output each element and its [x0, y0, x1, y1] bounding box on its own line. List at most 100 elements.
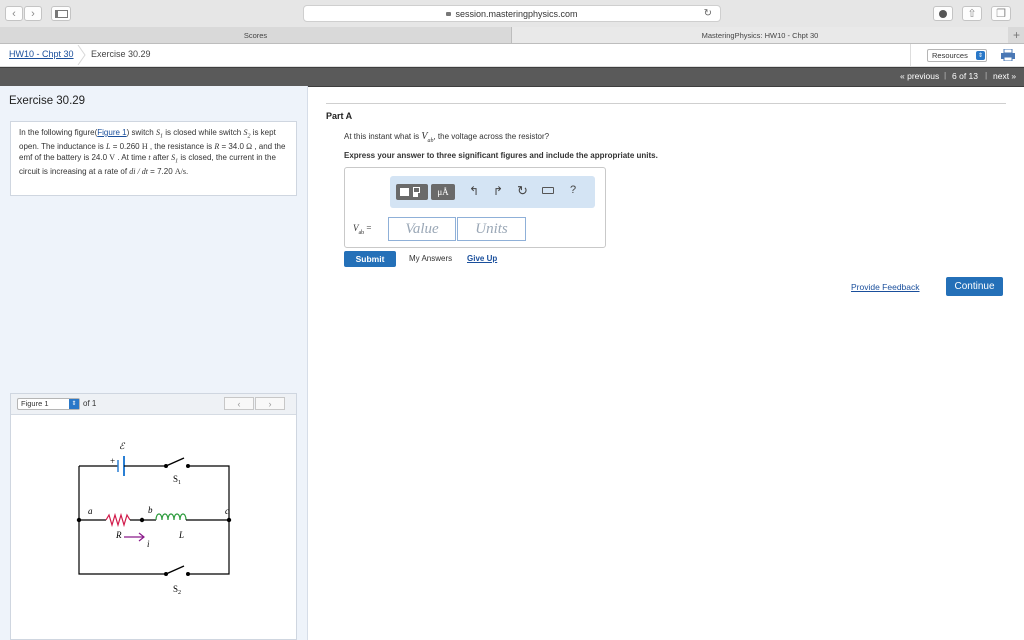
- node-c: [226, 517, 232, 523]
- tab-label: Scores: [243, 30, 268, 40]
- resources-dropdown[interactable]: Resources ⇕: [927, 49, 987, 62]
- problem-statement: In the following figure(Figure 1) switch…: [10, 121, 297, 196]
- c-label: c: [225, 506, 229, 516]
- switch-s2-pivot: [164, 572, 168, 576]
- a-label: a: [88, 506, 93, 516]
- problem-text: ) switch: [126, 128, 156, 137]
- inductor: [155, 513, 187, 521]
- plus-icon: +: [1012, 28, 1020, 42]
- tab-bar: Scores MasteringPhysics: HW10 - Chpt 30 …: [0, 27, 1024, 44]
- figure-select[interactable]: Figure 1 ⇕: [17, 398, 80, 410]
- address-bar[interactable]: session.masteringphysics.com ↻: [303, 5, 721, 22]
- switch-s2-blade: [165, 565, 185, 575]
- unit: A/s: [174, 166, 186, 176]
- mu-icon: μÅ: [437, 187, 449, 197]
- undo-icon[interactable]: ↰: [469, 184, 479, 198]
- figure-panel: Figure 1 ⇕ of 1 ‹ › ℰ + S1 S2 a b c R L …: [10, 393, 297, 640]
- switch-s2-contact: [186, 572, 190, 576]
- breadcrumb: HW10 - Chpt 30 Exercise 30.29 Resources …: [0, 44, 1024, 67]
- answer-box: μÅ ↰ ↱ ↻ ? Vab = Value Units: [344, 167, 606, 248]
- template-icon: [400, 188, 409, 196]
- help-button[interactable]: ?: [570, 184, 576, 196]
- sidebar-toggle-button[interactable]: [51, 6, 71, 21]
- divider: [326, 103, 1006, 104]
- browser-toolbar: ‹ › session.masteringphysics.com ↻ ⇧ ❐: [0, 0, 1024, 28]
- resistor: [105, 512, 131, 528]
- tab-masteringphysics[interactable]: MasteringPhysics: HW10 - Chpt 30: [512, 27, 1008, 43]
- b-label: b: [148, 505, 153, 515]
- resources-label: Resources: [932, 51, 968, 60]
- emf-label: ℰ: [119, 441, 126, 451]
- position-indicator: 6 of 13: [952, 71, 978, 81]
- units-input[interactable]: Units: [457, 217, 526, 241]
- back-button[interactable]: ‹: [5, 6, 23, 21]
- print-icon[interactable]: [1001, 48, 1015, 63]
- L-label: L: [178, 530, 184, 540]
- share-button[interactable]: ⇧: [962, 6, 982, 21]
- template-icon: [413, 193, 418, 197]
- problem-text: , the resistance is: [147, 142, 215, 152]
- problem-text: In the following figure(: [19, 128, 98, 137]
- answer-label: Vab =: [353, 223, 372, 236]
- reset-icon[interactable]: ↻: [517, 183, 528, 199]
- submit-button[interactable]: Submit: [344, 251, 396, 267]
- switch-s1-contact: [186, 464, 190, 468]
- tabs-button[interactable]: ❐: [991, 6, 1011, 21]
- template-button[interactable]: [396, 184, 428, 200]
- problem-text: .: [186, 166, 189, 176]
- chevron-updown-icon: ⇕: [976, 51, 985, 60]
- divider: |: [985, 70, 988, 80]
- value-input[interactable]: Value: [388, 217, 456, 241]
- R-label: R: [115, 530, 122, 540]
- units-button[interactable]: μÅ: [431, 184, 455, 200]
- part-a-instruction: Express your answer to three significant…: [344, 151, 658, 160]
- keyboard-icon[interactable]: [542, 187, 554, 194]
- figure-link[interactable]: Figure 1: [97, 128, 126, 137]
- share-icon: ⇧: [967, 8, 977, 20]
- give-up-link[interactable]: Give Up: [467, 254, 497, 263]
- tab-scores[interactable]: Scores: [0, 27, 512, 43]
- part-a-question: At this instant what is Vab, the voltage…: [344, 131, 549, 144]
- problem-text: . At time: [115, 152, 149, 162]
- chevron-right-icon: ›: [268, 398, 272, 409]
- provide-feedback-link[interactable]: Provide Feedback: [851, 282, 920, 292]
- next-link[interactable]: next »: [993, 71, 1016, 81]
- math-var: S1: [155, 128, 163, 140]
- breadcrumb-current: Exercise 30.29: [91, 49, 151, 59]
- redo-icon[interactable]: ↱: [493, 184, 503, 198]
- problem-panel: Exercise 30.29 In the following figure(F…: [0, 86, 308, 640]
- question-text: , the voltage across the resistor?: [433, 132, 550, 141]
- previous-link[interactable]: « previous: [900, 71, 939, 81]
- circuit-diagram: ℰ + S1 S2 a b c R L i: [76, 441, 232, 596]
- download-icon: [939, 9, 947, 18]
- divider: [910, 44, 911, 66]
- download-button[interactable]: [933, 6, 953, 21]
- figure-next-button[interactable]: ›: [255, 397, 285, 410]
- my-answers-link[interactable]: My Answers: [409, 254, 452, 263]
- math-toolbar: μÅ ↰ ↱ ↻ ?: [390, 176, 595, 208]
- plus-label: +: [110, 456, 115, 466]
- figure-select-value: Figure 1: [21, 399, 49, 408]
- exercise-title: Exercise 30.29: [9, 95, 86, 107]
- problem-text: after: [150, 152, 172, 162]
- tabs-icon: ❐: [996, 8, 1006, 20]
- question-text: At this instant what is: [344, 132, 422, 141]
- part-a-title: Part A: [326, 111, 353, 121]
- reload-icon[interactable]: ↻: [704, 8, 712, 19]
- new-tab-button[interactable]: +: [1009, 27, 1024, 43]
- tab-label: MasteringPhysics: HW10 - Chpt 30: [701, 30, 819, 40]
- breadcrumb-link[interactable]: HW10 - Chpt 30: [9, 49, 74, 59]
- continue-button[interactable]: Continue: [946, 277, 1003, 296]
- url-text: session.masteringphysics.com: [455, 8, 578, 19]
- divider: |: [944, 70, 947, 80]
- math-var: di / dt: [129, 166, 148, 176]
- problem-text: = 0.260: [110, 142, 142, 152]
- figure-count: of 1: [83, 399, 97, 408]
- figure-prev-button[interactable]: ‹: [224, 397, 254, 410]
- lock-icon: [446, 11, 452, 16]
- i-label: i: [147, 539, 150, 549]
- s2-label: S2: [173, 584, 181, 596]
- breadcrumb-separator: [76, 44, 86, 66]
- problem-text: is closed while switch: [162, 128, 244, 137]
- forward-button[interactable]: ›: [24, 6, 42, 21]
